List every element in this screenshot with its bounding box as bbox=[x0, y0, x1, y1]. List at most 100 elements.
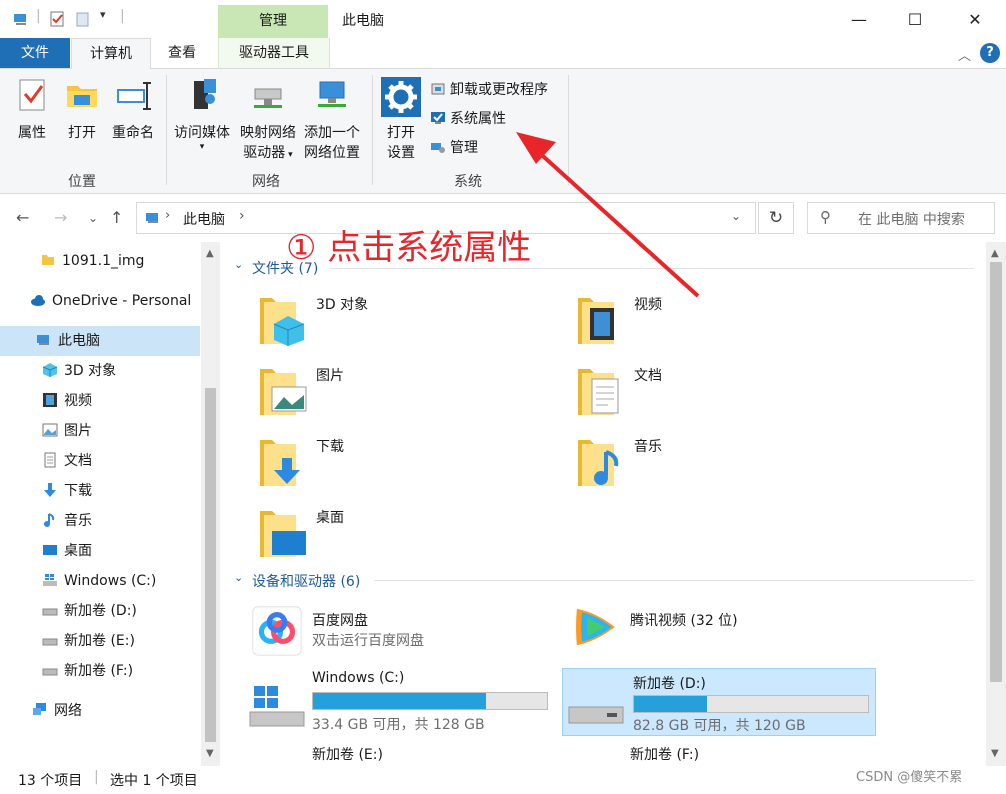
scroll-up-icon[interactable]: ▲ bbox=[991, 248, 999, 259]
collapse-ribbon-icon[interactable]: ︿ bbox=[958, 45, 971, 64]
access-media-button[interactable]: 访问媒体 ▾ bbox=[170, 77, 234, 152]
sidebar-item-downloads[interactable]: 下载 bbox=[0, 476, 200, 506]
tab-computer[interactable]: 计算机 bbox=[71, 38, 151, 70]
folder-desktop[interactable]: 桌面 bbox=[258, 507, 558, 567]
breadcrumb-separator-icon[interactable]: › bbox=[165, 208, 170, 223]
drive-d[interactable]: 新加卷 (D:) 82.8 GB 可用，共 120 GB bbox=[562, 668, 876, 736]
minimize-button[interactable]: — bbox=[836, 6, 882, 34]
forward-arrow-icon[interactable]: → bbox=[54, 208, 67, 227]
sidebar-item-drive-e[interactable]: 新加卷 (E:) bbox=[0, 626, 200, 656]
drive-e[interactable]: 新加卷 (E:) bbox=[248, 744, 560, 766]
group-label-system: 系统 bbox=[454, 174, 482, 190]
context-tab-manage[interactable]: 管理 bbox=[218, 5, 328, 38]
sidebar-item-drive-c[interactable]: Windows (C:) bbox=[0, 566, 200, 596]
app-tencent-video[interactable]: 腾讯视频 (32 位) bbox=[566, 602, 866, 668]
sidebar-item-documents[interactable]: 文档 bbox=[0, 446, 200, 476]
scroll-down-icon[interactable]: ▼ bbox=[991, 748, 999, 759]
drive-icon bbox=[42, 638, 58, 646]
annotation-text: ① 点击系统属性 bbox=[286, 228, 532, 268]
document-icon bbox=[44, 452, 56, 468]
uninstall-label: 卸载或更改程序 bbox=[450, 82, 548, 98]
rename-button[interactable]: 重命名 bbox=[108, 77, 158, 143]
collapse-folders-icon[interactable]: ⌄ bbox=[234, 258, 243, 271]
properties-check-icon[interactable] bbox=[48, 10, 66, 28]
scroll-up-icon[interactable]: ▲ bbox=[206, 248, 214, 259]
tab-file[interactable]: 文件 bbox=[0, 38, 70, 68]
folder-music[interactable]: 音乐 bbox=[576, 436, 876, 496]
map-network-drive-button[interactable]: 映射网络 驱动器 ▾ bbox=[236, 77, 300, 165]
drive-f[interactable]: 新加卷 (F:) bbox=[566, 744, 878, 766]
onedrive-cloud-icon bbox=[31, 295, 45, 306]
tab-drive-tools[interactable]: 驱动器工具 bbox=[218, 38, 330, 68]
collapse-devices-icon[interactable]: ⌄ bbox=[234, 571, 243, 584]
app-baidu-netdisk[interactable]: 百度网盘 双击运行百度网盘 bbox=[248, 602, 538, 668]
toolbar-divider: | bbox=[120, 8, 125, 24]
uninstall-programs-button[interactable]: 卸载或更改程序 bbox=[430, 79, 548, 101]
item-count: 13 个项目 bbox=[18, 773, 83, 789]
ribbon-divider bbox=[166, 75, 167, 185]
music-folder-icon bbox=[578, 440, 619, 486]
folder-icon bbox=[42, 255, 54, 265]
breadcrumb-this-pc[interactable]: 此电脑 bbox=[183, 209, 225, 229]
sidebar-item-network[interactable]: 网络 bbox=[0, 696, 200, 726]
windows-drive-icon bbox=[249, 686, 305, 727]
maximize-button[interactable]: ☐ bbox=[892, 6, 938, 34]
sidebar-item-music[interactable]: 音乐 bbox=[0, 506, 200, 536]
customize-toolbar-dropdown[interactable]: ▾ bbox=[100, 8, 106, 21]
system-properties-button[interactable]: 系统属性 bbox=[430, 108, 506, 130]
sidebar-scroll-thumb[interactable] bbox=[205, 388, 216, 742]
sidebar-item-1091-img[interactable]: 1091.1_img bbox=[0, 246, 200, 276]
sidebar-item-videos[interactable]: 视频 bbox=[0, 386, 200, 416]
tab-view[interactable]: 查看 bbox=[150, 38, 214, 68]
refresh-button[interactable]: ↻ bbox=[758, 202, 794, 234]
sidebar-item-3d-objects[interactable]: 3D 对象 bbox=[0, 356, 200, 386]
map-drive-dropdown-icon[interactable]: ▾ bbox=[285, 150, 293, 160]
search-box[interactable]: ⚲ 在 此电脑 中搜索 bbox=[807, 202, 995, 234]
computer-icon[interactable] bbox=[12, 10, 30, 28]
documents-folder-icon bbox=[578, 369, 619, 415]
content-scroll-thumb[interactable] bbox=[990, 262, 1002, 682]
sidebar-scrollbar[interactable]: ▲ ▼ bbox=[201, 242, 220, 766]
access-media-dropdown-icon[interactable]: ▾ bbox=[170, 143, 234, 152]
drive-icon bbox=[568, 706, 624, 724]
network-drive-icon bbox=[254, 88, 282, 108]
search-input[interactable]: 在 此电脑 中搜索 bbox=[858, 209, 965, 229]
scroll-down-icon[interactable]: ▼ bbox=[206, 748, 214, 759]
open-settings-button[interactable]: 打开 设置 bbox=[380, 77, 422, 163]
folder-downloads[interactable]: 下载 bbox=[258, 436, 558, 496]
map-drive-label-2: 驱动器 bbox=[243, 145, 286, 161]
back-arrow-icon[interactable]: ← bbox=[16, 208, 29, 227]
sidebar-item-onedrive[interactable]: OneDrive - Personal bbox=[0, 286, 200, 316]
content-scrollbar[interactable]: ▲ ▼ bbox=[986, 242, 1006, 766]
sidebar-item-drive-d[interactable]: 新加卷 (D:) bbox=[0, 596, 200, 626]
recent-locations-chevron-icon[interactable]: ⌄ bbox=[88, 211, 98, 225]
help-icon[interactable]: ? bbox=[980, 43, 1000, 63]
network-location-icon bbox=[318, 81, 346, 107]
sidebar-item-pictures[interactable]: 图片 bbox=[0, 416, 200, 446]
drive-c[interactable]: Windows (C:) 33.4 GB 可用，共 128 GB bbox=[248, 670, 560, 736]
manage-button[interactable]: 管理 bbox=[430, 137, 478, 159]
desktop-folder-icon bbox=[260, 511, 306, 557]
desktop-icon bbox=[43, 545, 57, 555]
new-folder-icon[interactable] bbox=[74, 10, 92, 28]
devices-section-header[interactable]: 设备和驱动器 (6) bbox=[252, 571, 360, 591]
up-arrow-icon[interactable]: ↑ bbox=[110, 208, 123, 227]
folder-documents[interactable]: 文档 bbox=[576, 365, 876, 425]
access-media-label: 访问媒体 bbox=[174, 125, 230, 141]
sidebar-item-desktop[interactable]: 桌面 bbox=[0, 536, 200, 566]
sidebar-item-drive-f[interactable]: 新加卷 (F:) bbox=[0, 656, 200, 686]
add-network-location-button[interactable]: 添加一个 网络位置 bbox=[300, 77, 364, 163]
folder-pictures[interactable]: 图片 bbox=[258, 365, 558, 425]
watermark: CSDN @傻笑不累 bbox=[856, 770, 963, 785]
properties-icon bbox=[19, 79, 45, 111]
ribbon-tabs: 文件 计算机 查看 驱动器工具 ︿ ? bbox=[0, 38, 1006, 70]
properties-button[interactable]: 属性 bbox=[12, 77, 52, 143]
open-button[interactable]: 打开 bbox=[62, 77, 102, 143]
sidebar-item-this-pc[interactable]: 此电脑 bbox=[0, 326, 200, 356]
title-bar: | ▾ | 管理 此电脑 — ☐ ✕ bbox=[0, 0, 1006, 38]
3d-objects-icon bbox=[42, 363, 58, 377]
close-button[interactable]: ✕ bbox=[952, 6, 998, 34]
breadcrumb-chevron-icon[interactable]: › bbox=[239, 208, 245, 224]
address-dropdown-icon[interactable]: ⌄ bbox=[731, 209, 741, 223]
navigation-pane: 1091.1_img OneDrive - Personal 此电脑 3D 对象… bbox=[0, 242, 220, 766]
